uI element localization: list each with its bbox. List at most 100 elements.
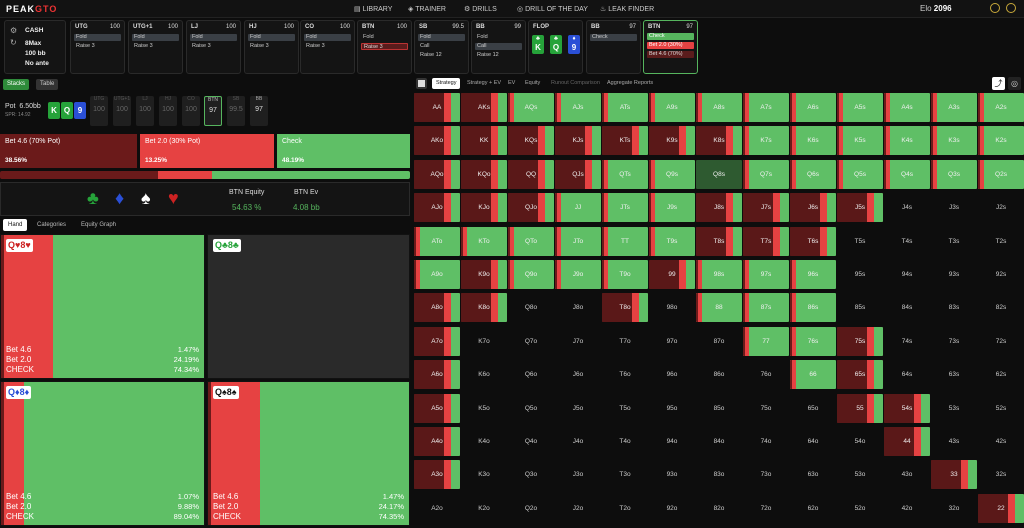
range-cell[interactable]: A7s	[743, 93, 789, 122]
range-cell[interactable]: 62s	[978, 360, 1024, 390]
range-cell[interactable]: 94s	[884, 260, 930, 289]
strategy-bet-large[interactable]: Bet 4.6 (70% Pot) 38.56%	[0, 134, 137, 168]
action-raise[interactable]: Raise 3	[361, 43, 408, 50]
range-cell[interactable]: 85o	[696, 393, 742, 423]
range-cell[interactable]: 54s	[884, 393, 930, 423]
range-cell[interactable]: Q6o	[508, 360, 554, 390]
range-cell[interactable]: Q8o	[508, 293, 554, 323]
range-cell[interactable]: J7s	[743, 193, 789, 223]
range-cell[interactable]: A2s	[978, 93, 1024, 122]
range-cell[interactable]: QJs	[555, 159, 601, 189]
range-cell[interactable]: K3o	[461, 460, 507, 490]
range-cell[interactable]: A7o	[414, 326, 460, 356]
tab-strategy-ev[interactable]: Strategy + EV	[467, 78, 501, 89]
tab-strategy[interactable]: Strategy	[432, 78, 461, 89]
range-cell[interactable]: 84o	[696, 427, 742, 456]
range-cell[interactable]: K2o	[461, 493, 507, 523]
range-cell[interactable]: T5o	[602, 393, 648, 423]
action-fold[interactable]: Fold	[132, 34, 179, 41]
range-cell[interactable]: KTo	[461, 226, 507, 256]
range-cell[interactable]: JTs	[602, 193, 648, 223]
club-icon[interactable]: ♣	[87, 188, 99, 209]
range-cell[interactable]: T2s	[978, 226, 1024, 256]
range-cell[interactable]: T7o	[602, 326, 648, 356]
range-cell[interactable]: Q7o	[508, 326, 554, 356]
range-cell[interactable]: 76s	[790, 326, 836, 356]
refresh-icon[interactable]: ↻	[10, 38, 17, 47]
range-cell[interactable]: K4s	[884, 126, 930, 156]
range-cell[interactable]: A3s	[931, 93, 977, 122]
range-cell[interactable]: Q9o	[508, 260, 554, 289]
range-cell[interactable]: J8o	[555, 293, 601, 323]
range-cell[interactable]: J8s	[696, 193, 742, 223]
range-cell[interactable]: Q4o	[508, 427, 554, 456]
range-cell[interactable]: 74o	[743, 427, 789, 456]
trophy-icon[interactable]	[990, 3, 1000, 13]
position-utg[interactable]: UTG 100 Fold Raise 3	[70, 20, 125, 74]
range-cell[interactable]: T2o	[602, 493, 648, 523]
action-fold[interactable]: Fold	[190, 34, 237, 41]
range-cell[interactable]: 52o	[837, 493, 883, 523]
range-cell[interactable]: Q3o	[508, 460, 554, 490]
nav-drill-of-the-day[interactable]: ◎ DRILL OF THE DAY	[517, 5, 588, 13]
range-cell[interactable]: 75o	[743, 393, 789, 423]
range-cell[interactable]: T9o	[602, 260, 648, 289]
range-cell[interactable]: 87s	[743, 293, 789, 323]
range-cell[interactable]: 92o	[649, 493, 695, 523]
logo[interactable]: PEAKGTO	[6, 4, 57, 14]
tab-table[interactable]: Table	[36, 79, 59, 90]
range-cell[interactable]: QQ	[508, 159, 554, 189]
action-raise[interactable]: Raise 3	[304, 43, 351, 50]
range-cell[interactable]: 53s	[931, 393, 977, 423]
action-check[interactable]: Check	[647, 33, 694, 40]
range-cell[interactable]: Q9s	[649, 159, 695, 189]
tab-runout-comparison[interactable]: Runout Comparison	[551, 78, 600, 89]
action-raise[interactable]: Raise 12	[475, 52, 522, 59]
range-cell[interactable]: KTs	[602, 126, 648, 156]
range-cell[interactable]: K7s	[743, 126, 789, 156]
range-cell[interactable]: ATs	[602, 93, 648, 122]
range-cell[interactable]: K6o	[461, 360, 507, 390]
range-cell[interactable]: 85s	[837, 293, 883, 323]
range-cell[interactable]: KJs	[555, 126, 601, 156]
range-cell[interactable]: T3s	[931, 226, 977, 256]
range-cell[interactable]: J2s	[978, 193, 1024, 223]
range-cell[interactable]: J9s	[649, 193, 695, 223]
range-cell[interactable]: ATo	[414, 226, 460, 256]
range-cell[interactable]: A8o	[414, 293, 460, 323]
range-cell[interactable]: 84s	[884, 293, 930, 323]
range-cell[interactable]: J4o	[555, 427, 601, 456]
range-cell[interactable]: 97o	[649, 326, 695, 356]
range-cell[interactable]: 72o	[743, 493, 789, 523]
range-cell[interactable]: 99	[649, 260, 695, 289]
nav-library[interactable]: ▤ LIBRARY	[354, 5, 392, 13]
range-cell[interactable]: 76o	[743, 360, 789, 390]
range-cell[interactable]: 83o	[696, 460, 742, 490]
share-icon[interactable]: ⤴	[992, 77, 1005, 90]
range-cell[interactable]: Q2o	[508, 493, 554, 523]
range-cell[interactable]: 75s	[837, 326, 883, 356]
range-cell[interactable]: J9o	[555, 260, 601, 289]
strategy-bet-small[interactable]: Bet 2.0 (30% Pot) 13.25%	[140, 134, 274, 168]
range-cell[interactable]: K5o	[461, 393, 507, 423]
range-cell[interactable]: A5s	[837, 93, 883, 122]
range-cell[interactable]: 94o	[649, 427, 695, 456]
action-fold[interactable]: Fold	[304, 34, 351, 41]
tab-categories[interactable]: Categories	[32, 219, 71, 231]
range-cell[interactable]: 95o	[649, 393, 695, 423]
tab-ev[interactable]: EV	[508, 78, 515, 89]
range-cell[interactable]: K4o	[461, 427, 507, 456]
action-raise[interactable]: Raise 12	[418, 52, 465, 59]
range-cell[interactable]: JJ	[555, 193, 601, 223]
range-cell[interactable]: 88	[696, 293, 742, 323]
range-cell[interactable]: Q7s	[743, 159, 789, 189]
range-cell[interactable]: 55	[837, 393, 883, 423]
action-bet-large[interactable]: Bet 4.6 (70%)	[647, 51, 694, 58]
range-cell[interactable]: 98s	[696, 260, 742, 289]
range-cell[interactable]: AJo	[414, 193, 460, 223]
position-btn-flop[interactable]: BTN 97 Check Bet 2.0 (30%) Bet 4.6 (70%)	[643, 20, 698, 74]
range-cell[interactable]: Q5s	[837, 159, 883, 189]
range-cell[interactable]: K7o	[461, 326, 507, 356]
range-cell[interactable]: T8o	[602, 293, 648, 323]
action-check[interactable]: Check	[590, 34, 637, 41]
